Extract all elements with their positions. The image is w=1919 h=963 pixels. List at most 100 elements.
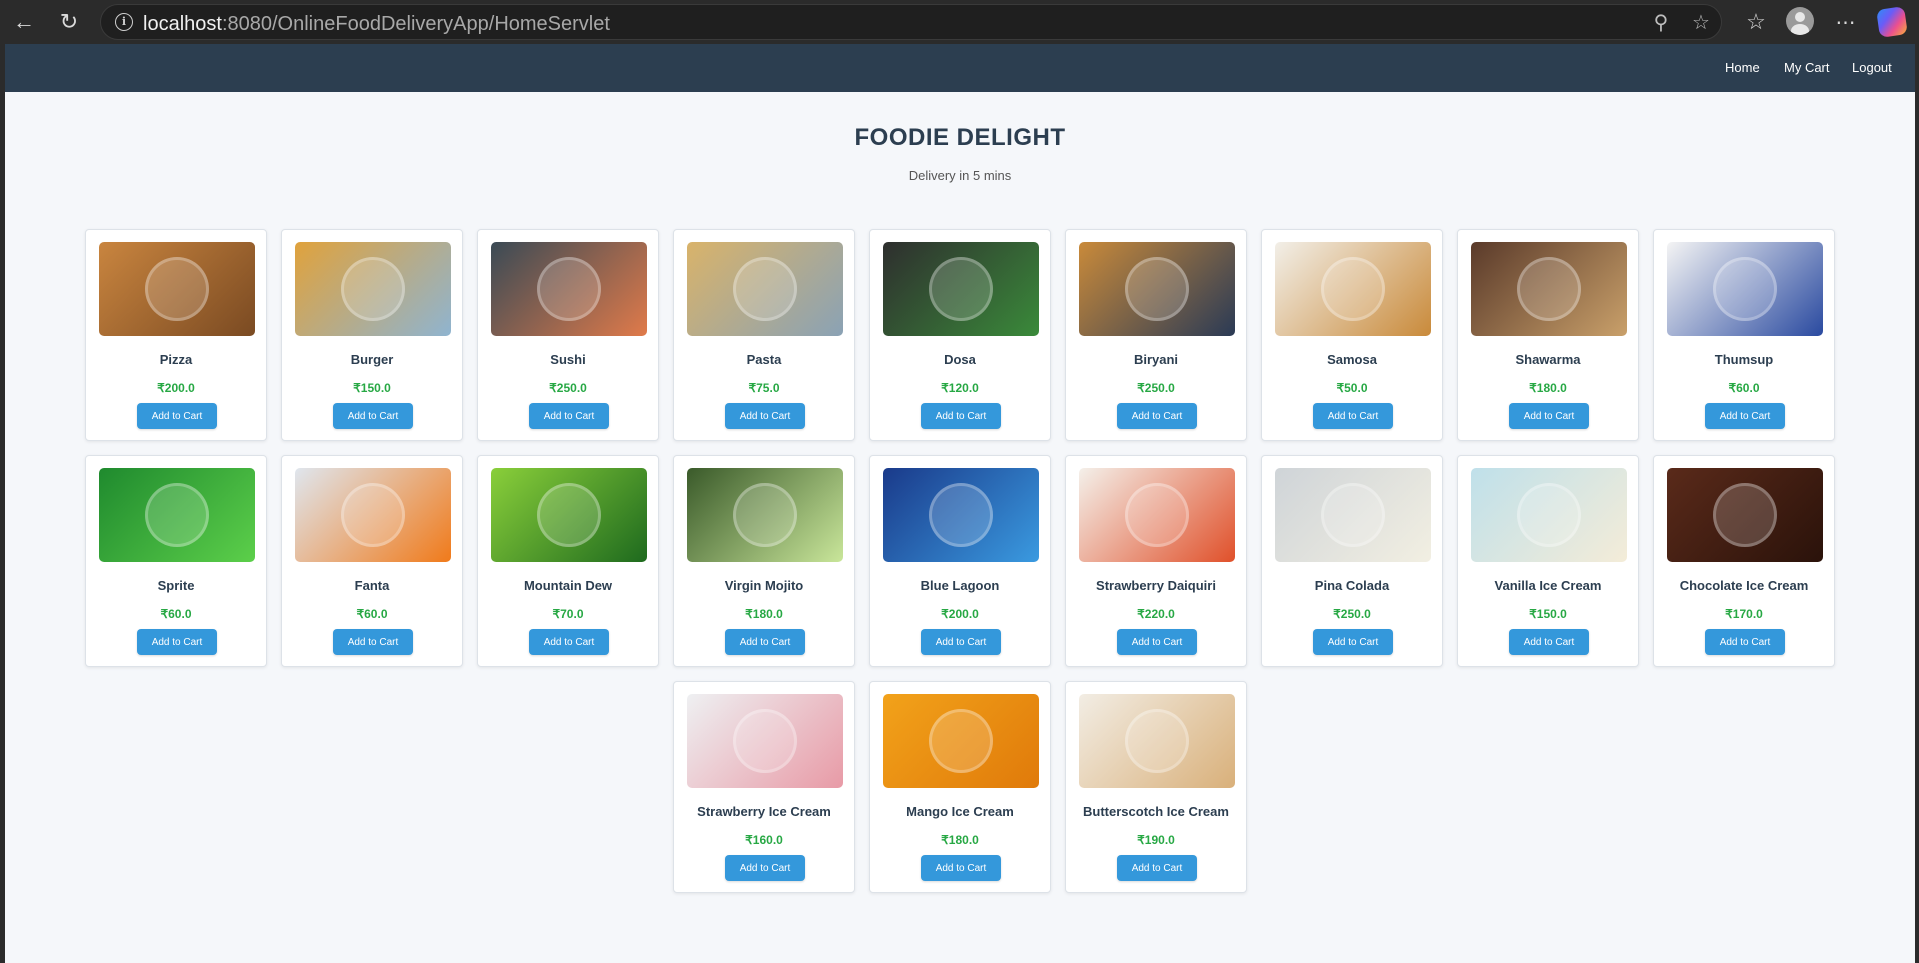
menu-item-card: Vanilla Ice Cream ₹150.0 Add to Cart <box>1457 455 1639 667</box>
food-price: ₹190.0 <box>1137 833 1175 847</box>
food-image-plate <box>145 483 209 547</box>
food-price: ₹150.0 <box>1529 607 1567 621</box>
food-name: Sprite <box>157 578 195 593</box>
add-to-cart-button[interactable]: Add to Cart <box>921 629 1001 655</box>
food-image-plate <box>1321 483 1385 547</box>
food-image-plate <box>733 709 797 773</box>
nav-home-link[interactable]: Home <box>1725 60 1760 75</box>
food-name: Virgin Mojito <box>724 578 804 593</box>
add-to-cart-button[interactable]: Add to Cart <box>1313 629 1393 655</box>
nav-my-cart-link[interactable]: My Cart <box>1784 60 1830 75</box>
food-price: ₹200.0 <box>941 607 979 621</box>
food-price: ₹60.0 <box>356 607 388 621</box>
menu-item-card: Mango Ice Cream ₹180.0 Add to Cart <box>869 681 1051 893</box>
add-to-cart-button[interactable]: Add to Cart <box>333 403 413 429</box>
food-image-plate <box>733 257 797 321</box>
food-image <box>491 468 647 562</box>
add-to-cart-button[interactable]: Add to Cart <box>725 403 805 429</box>
favorite-star-icon[interactable]: ☆ <box>1689 11 1713 35</box>
address-bar[interactable]: i localhost:8080/OnlineFoodDeliveryApp/H… <box>100 4 1722 40</box>
food-price: ₹50.0 <box>1336 381 1368 395</box>
page-title: FOODIE DELIGHT <box>854 124 1066 151</box>
food-name: Burger <box>350 352 394 367</box>
food-price: ₹220.0 <box>1137 607 1175 621</box>
page-subtitle: Delivery in 5 mins <box>908 168 1012 183</box>
add-to-cart-button[interactable]: Add to Cart <box>921 403 1001 429</box>
food-price: ₹180.0 <box>1529 381 1567 395</box>
menu-item-card: Blue Lagoon ₹200.0 Add to Cart <box>869 455 1051 667</box>
food-image-plate <box>1713 483 1777 547</box>
add-to-cart-button[interactable]: Add to Cart <box>137 629 217 655</box>
copilot-icon[interactable] <box>1876 6 1908 38</box>
url-path: :8080/OnlineFoodDeliveryApp/HomeServlet <box>221 13 610 35</box>
food-image-plate <box>1517 257 1581 321</box>
menu-item-card: Thumsup ₹60.0 Add to Cart <box>1653 229 1835 441</box>
menu-item-card: Fanta ₹60.0 Add to Cart <box>281 455 463 667</box>
add-to-cart-button[interactable]: Add to Cart <box>725 629 805 655</box>
favorites-icon[interactable]: ☆ <box>1742 8 1770 36</box>
food-image-plate <box>537 257 601 321</box>
profile-avatar-icon[interactable] <box>1786 7 1814 35</box>
food-name: Pina Colada <box>1314 578 1390 593</box>
food-price: ₹60.0 <box>160 607 192 621</box>
menu-item-card: Pasta ₹75.0 Add to Cart <box>673 229 855 441</box>
add-to-cart-button[interactable]: Add to Cart <box>333 629 413 655</box>
food-image <box>491 242 647 336</box>
menu-item-card: Mountain Dew ₹70.0 Add to Cart <box>477 455 659 667</box>
food-image <box>99 468 255 562</box>
add-to-cart-button[interactable]: Add to Cart <box>1313 403 1393 429</box>
nav-logout-link[interactable]: Logout <box>1852 60 1892 75</box>
add-to-cart-button[interactable]: Add to Cart <box>137 403 217 429</box>
add-to-cart-button[interactable]: Add to Cart <box>1509 403 1589 429</box>
add-to-cart-button[interactable]: Add to Cart <box>1117 403 1197 429</box>
more-menu-icon[interactable]: ⋯ <box>1832 8 1860 36</box>
food-image <box>1275 468 1431 562</box>
url-text[interactable]: localhost:8080/OnlineFoodDeliveryApp/Hom… <box>143 13 610 36</box>
food-price: ₹160.0 <box>745 833 783 847</box>
food-image-plate <box>1125 257 1189 321</box>
add-to-cart-button[interactable]: Add to Cart <box>725 855 805 881</box>
menu-item-card: Sushi ₹250.0 Add to Cart <box>477 229 659 441</box>
menu-item-card: Pina Colada ₹250.0 Add to Cart <box>1261 455 1443 667</box>
browser-toolbar: ← ↻ i localhost:8080/OnlineFoodDeliveryA… <box>0 0 1919 44</box>
food-image <box>1471 242 1627 336</box>
food-price: ₹75.0 <box>748 381 780 395</box>
food-image <box>295 468 451 562</box>
food-image-plate <box>1517 483 1581 547</box>
food-price: ₹170.0 <box>1725 607 1763 621</box>
menu-item-card: Butterscotch Ice Cream ₹190.0 Add to Cart <box>1065 681 1247 893</box>
add-to-cart-button[interactable]: Add to Cart <box>529 629 609 655</box>
food-name: Mountain Dew <box>523 578 613 593</box>
food-image <box>687 242 843 336</box>
food-price: ₹60.0 <box>1728 381 1760 395</box>
add-to-cart-button[interactable]: Add to Cart <box>1705 403 1785 429</box>
add-to-cart-button[interactable]: Add to Cart <box>1509 629 1589 655</box>
food-image-plate <box>1321 257 1385 321</box>
add-to-cart-button[interactable]: Add to Cart <box>1117 629 1197 655</box>
food-image <box>1471 468 1627 562</box>
zoom-icon[interactable]: ⚲ <box>1649 11 1673 35</box>
food-name: Blue Lagoon <box>920 578 1000 593</box>
food-image <box>687 694 843 788</box>
food-image <box>99 242 255 336</box>
site-info-icon[interactable]: i <box>115 13 133 31</box>
back-icon[interactable]: ← <box>10 8 38 36</box>
reload-icon[interactable]: ↻ <box>55 8 83 36</box>
food-image-plate <box>537 483 601 547</box>
menu-item-card: Sprite ₹60.0 Add to Cart <box>85 455 267 667</box>
food-image <box>295 242 451 336</box>
food-name: Dosa <box>944 352 976 367</box>
menu-item-card: Biryani ₹250.0 Add to Cart <box>1065 229 1247 441</box>
menu-item-card: Shawarma ₹180.0 Add to Cart <box>1457 229 1639 441</box>
menu-item-card: Dosa ₹120.0 Add to Cart <box>869 229 1051 441</box>
add-to-cart-button[interactable]: Add to Cart <box>1705 629 1785 655</box>
food-image-plate <box>929 709 993 773</box>
add-to-cart-button[interactable]: Add to Cart <box>921 855 1001 881</box>
food-price: ₹150.0 <box>353 381 391 395</box>
add-to-cart-button[interactable]: Add to Cart <box>529 403 609 429</box>
add-to-cart-button[interactable]: Add to Cart <box>1117 855 1197 881</box>
food-name: Pizza <box>159 352 193 367</box>
navbar: Home My Cart Logout <box>5 44 1915 92</box>
food-image-plate <box>929 257 993 321</box>
food-image <box>883 694 1039 788</box>
